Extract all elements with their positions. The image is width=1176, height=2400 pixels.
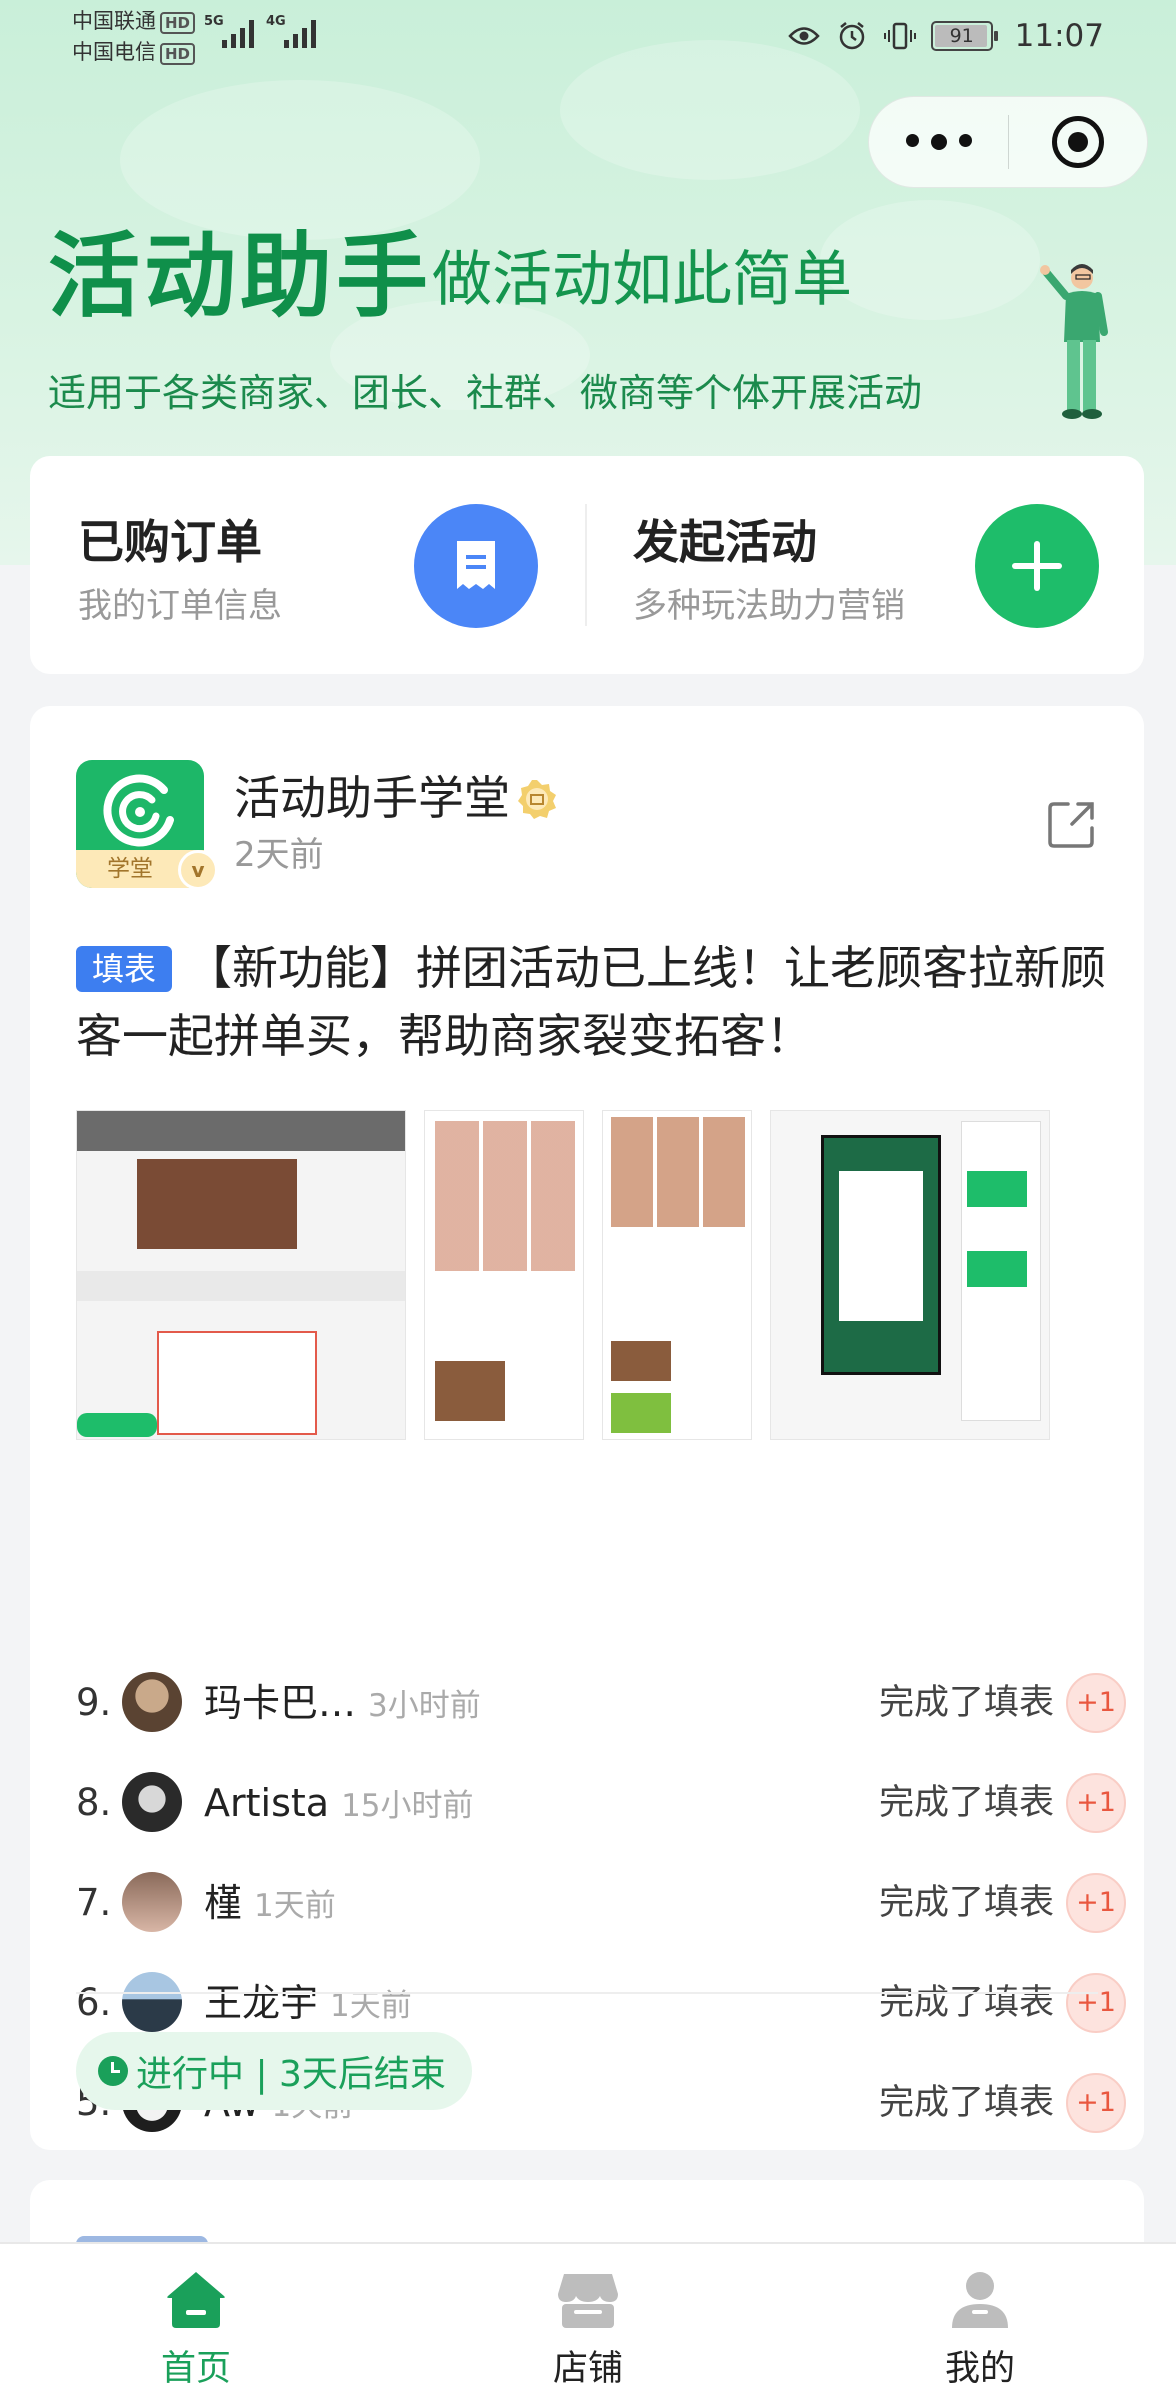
participant-name: 王龙宇 <box>204 1981 319 2025</box>
carrier-secondary: 中国电信 HD <box>72 37 196 67</box>
signal-bars-icon <box>284 18 316 48</box>
tab-shop[interactable]: 店铺 <box>392 2244 784 2400</box>
clock-icon <box>98 2056 128 2086</box>
participant-row[interactable]: 8. Artista 15小时前 完成了填表 +1 <box>76 1768 1126 1838</box>
avatar[interactable] <box>122 1872 182 1932</box>
participant-time: 15小时前 <box>341 1788 474 1824</box>
plus-icon <box>975 504 1099 628</box>
feed-post-time: 2天前 <box>234 835 324 875</box>
vibrate-icon <box>883 19 917 53</box>
participant-name: Artista <box>204 1781 330 1825</box>
avatar[interactable] <box>122 1672 182 1732</box>
close-miniprogram-icon[interactable] <box>1009 116 1147 168</box>
activity-status-badge: 进行中 | 3天后结束 <box>76 2032 472 2110</box>
plus-one-button[interactable]: +1 <box>1066 1973 1126 2033</box>
carrier-primary: 中国联通 HD <box>72 6 196 36</box>
participant-rank: 7. <box>76 1881 112 1924</box>
page-description: 适用于各类商家、团长、社群、微商等个体开展活动 <box>48 371 923 415</box>
battery-icon: 91 <box>930 21 998 51</box>
participant-rank: 8. <box>76 1781 112 1824</box>
participant-time: 1天前 <box>254 1888 336 1924</box>
participant-action: 完成了填表 <box>878 1783 1054 1823</box>
plus-one-button[interactable]: +1 <box>1066 1673 1126 1733</box>
purchased-orders-title: 已购订单 <box>78 515 262 569</box>
participant-time: 3小时前 <box>368 1688 481 1724</box>
feed-image-gallery[interactable] <box>76 1110 1130 1440</box>
clock-time: 11:07 <box>1014 18 1104 54</box>
alarm-icon <box>835 19 869 53</box>
avatar[interactable] <box>122 1772 182 1832</box>
tab-shop-label: 店铺 <box>552 2349 623 2389</box>
status-bar: 中国联通 HD 中国电信 HD 5G 4G 91 11:07 <box>0 0 1176 70</box>
feature-screenshot-4[interactable] <box>770 1110 1050 1440</box>
activity-feed-card[interactable]: 学堂 v 活动助手学堂 2天前 填表 【新功能】拼团活动已上线！让老顾客拉新顾客一… <box>30 706 1144 2150</box>
verified-v-badge-icon: v <box>178 850 218 890</box>
home-icon <box>167 2272 225 2328</box>
bottom-tab-bar: 首页 店铺 我的 <box>0 2242 1176 2400</box>
shop-icon <box>558 2274 618 2328</box>
tab-profile[interactable]: 我的 <box>784 2244 1176 2400</box>
mascot-illustration <box>1040 264 1108 419</box>
feature-screenshot-3[interactable] <box>602 1110 752 1440</box>
feed-author-name[interactable]: 活动助手学堂 <box>234 768 510 828</box>
purchased-orders-subtitle: 我的订单信息 <box>78 586 282 626</box>
participant-row[interactable]: 7. 槿 1天前 完成了填表 +1 <box>76 1868 1126 1938</box>
share-icon[interactable] <box>1046 798 1098 850</box>
participant-rank: 6. <box>76 1981 112 2024</box>
activity-status-text: 进行中 | 3天后结束 <box>136 2054 446 2095</box>
official-badge-icon <box>518 780 556 819</box>
create-activity-entry[interactable]: 发起活动 多种玩法助力营销 <box>587 456 1144 674</box>
feed-post-text: 【新功能】拼团活动已上线！让老顾客拉新顾客一起拼单买，帮助商家裂变拓客！ <box>76 941 1107 1063</box>
create-activity-title: 发起活动 <box>633 515 817 569</box>
form-tag: 填表 <box>76 946 173 992</box>
user-icon <box>952 2272 1008 2328</box>
create-activity-subtitle: 多种玩法助力营销 <box>633 586 905 626</box>
quick-actions-card: 已购订单 我的订单信息 发起活动 多种玩法助力营销 <box>30 456 1144 674</box>
tab-profile-label: 我的 <box>944 2349 1015 2389</box>
plus-one-button[interactable]: +1 <box>1066 2073 1126 2133</box>
feed-post-content[interactable]: 填表 【新功能】拼团活动已上线！让老顾客拉新顾客一起拼单买，帮助商家裂变拓客！ <box>76 934 1106 1070</box>
network-type-2: 4G <box>266 14 286 29</box>
tab-home[interactable]: 首页 <box>0 2244 392 2400</box>
avatar[interactable] <box>122 1972 182 2032</box>
participant-row[interactable]: 9. 玛卡巴… 3小时前 完成了填表 +1 <box>76 1668 1126 1738</box>
participant-action: 完成了填表 <box>878 1683 1054 1723</box>
participant-name: 玛卡巴… <box>204 1681 357 1725</box>
receipt-icon <box>414 504 538 628</box>
participant-action: 完成了填表 <box>878 1983 1054 2023</box>
page-subtitle: 做活动如此简单 <box>432 245 852 315</box>
tab-home-label: 首页 <box>160 2349 231 2389</box>
eye-icon <box>787 19 821 53</box>
participant-name: 槿 <box>204 1881 243 1925</box>
page-title: 活动助手 <box>48 223 433 330</box>
signal-bars-icon <box>222 18 254 48</box>
feature-screenshot-1[interactable] <box>76 1110 406 1440</box>
more-options-icon[interactable] <box>869 134 1008 150</box>
divider <box>76 1992 1098 1994</box>
feature-screenshot-2[interactable] <box>424 1110 584 1440</box>
spiral-logo-icon <box>103 774 174 847</box>
plus-one-button[interactable]: +1 <box>1066 1873 1126 1933</box>
participant-row[interactable]: 6. 王龙宇 1天前 完成了填表 +1 <box>76 1968 1126 2038</box>
miniprogram-capsule <box>868 96 1148 188</box>
participant-action: 完成了填表 <box>878 2083 1054 2123</box>
plus-one-button[interactable]: +1 <box>1066 1773 1126 1833</box>
purchased-orders-entry[interactable]: 已购订单 我的订单信息 <box>30 456 585 674</box>
participant-action: 完成了填表 <box>878 1883 1054 1923</box>
network-type-1: 5G <box>204 14 224 29</box>
participant-rank: 9. <box>76 1681 112 1724</box>
